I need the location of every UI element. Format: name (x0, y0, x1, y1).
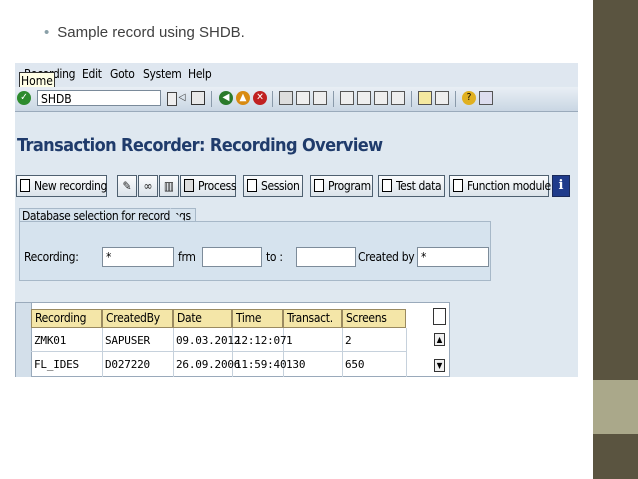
process-icon (184, 179, 194, 192)
column-header-time[interactable]: Time (232, 309, 283, 328)
to-label: to : (266, 250, 283, 264)
toolbar-separator (272, 91, 273, 107)
column-header-createdby[interactable]: CreatedBy (102, 309, 173, 328)
system-toolbar: ✓ SHDB ◁ ◀ ▲ ✕ ? (15, 87, 578, 112)
enter-icon[interactable]: ✓ (17, 91, 31, 105)
new-recording-button[interactable]: New recording (16, 175, 107, 197)
column-header-recording[interactable]: Recording (31, 309, 102, 328)
document-icon (314, 179, 324, 192)
recording-input[interactable]: * (102, 247, 174, 267)
exit-icon[interactable]: ▲ (236, 91, 250, 105)
menu-bar: Recording Edit Goto System Help Home (15, 63, 578, 90)
tab-slope (170, 208, 186, 222)
prev-page-icon[interactable] (357, 91, 371, 105)
table-settings-icon[interactable] (433, 308, 446, 325)
test-data-label: Test data (396, 179, 442, 193)
session-button[interactable]: Session (243, 175, 303, 197)
toolbar-separator (455, 91, 456, 107)
document-icon (20, 179, 30, 192)
first-page-icon[interactable] (340, 91, 354, 105)
column-divider (406, 328, 407, 377)
created-by-input[interactable]: * (417, 247, 489, 267)
test-data-button[interactable]: Test data (378, 175, 445, 197)
from-label: frm (178, 250, 196, 264)
cell-screens: 650 (345, 358, 365, 371)
recording-label: Recording: (24, 250, 79, 264)
menu-help[interactable]: Help (188, 67, 212, 81)
menu-edit[interactable]: Edit (82, 67, 102, 81)
scroll-down-icon[interactable]: ▼ (434, 359, 445, 372)
new-recording-label: New recording (34, 179, 107, 193)
slide-bullet-text: Sample record using SHDB. (57, 24, 245, 41)
menu-goto[interactable]: Goto (110, 67, 135, 81)
cell-recording: ZMK01 (34, 334, 67, 347)
toolbar-separator (333, 91, 334, 107)
cell-recording: FL_IDES (34, 358, 79, 371)
document-icon (247, 179, 257, 192)
print-icon[interactable] (279, 91, 293, 105)
selection-group: Recording: * frm to : Created by * (19, 221, 491, 281)
function-module-button[interactable]: Function module (449, 175, 551, 197)
cell-date: 09.03.2012 (176, 334, 241, 347)
cell-time: 12:12:07 (235, 334, 287, 347)
cell-createdby: D027220 (105, 358, 150, 371)
last-page-icon[interactable] (391, 91, 405, 105)
scroll-up-icon[interactable]: ▲ (434, 333, 445, 346)
find-icon[interactable] (296, 91, 310, 105)
to-input[interactable] (296, 247, 356, 267)
save-icon[interactable] (191, 91, 205, 105)
delete-button[interactable]: ▥ (159, 175, 179, 197)
trash-icon: ▥ (163, 179, 175, 193)
glasses-icon: ∞ (143, 179, 153, 193)
layout-icon[interactable] (479, 91, 493, 105)
application-toolbar: New recording ✎ ∞ ▥ Process Session Prog… (15, 172, 578, 200)
session-label: Session (261, 179, 300, 193)
shortcut-icon[interactable] (435, 91, 449, 105)
row-selector-column[interactable] (16, 303, 32, 377)
bullet-dot: • (44, 24, 50, 41)
decorative-block (593, 380, 638, 434)
pencil-icon: ✎ (122, 179, 132, 193)
back-icon[interactable]: ◀ (219, 91, 233, 105)
function-module-label: Function module (467, 179, 551, 193)
column-header-date[interactable]: Date (173, 309, 232, 328)
help-icon[interactable]: ? (462, 91, 476, 105)
program-label: Program (328, 179, 371, 193)
slide-bullet: • Sample record using SHDB. (44, 24, 245, 41)
sap-screenshot: Recording Edit Goto System Help Home ✓ S… (15, 63, 578, 377)
program-button[interactable]: Program (310, 175, 373, 197)
command-field[interactable]: SHDB (37, 90, 161, 106)
cancel-icon[interactable]: ✕ (253, 91, 267, 105)
next-page-icon[interactable] (374, 91, 388, 105)
toolbar-separator (411, 91, 412, 107)
triangle-left-icon[interactable]: ◁ (175, 91, 189, 105)
column-header-transaction[interactable]: Transact. (283, 309, 342, 328)
cell-date: 26.09.2006 (176, 358, 241, 371)
toolbar-separator (211, 91, 212, 107)
created-by-label: Created by (358, 250, 415, 264)
from-input[interactable] (202, 247, 262, 267)
process-label: Process (198, 179, 237, 193)
column-header-screens[interactable]: Screens (342, 309, 406, 328)
document-icon (453, 179, 463, 192)
cell-screens: 2 (345, 334, 352, 347)
row-divider (31, 351, 406, 352)
cell-createdby: SAPUSER (105, 334, 150, 347)
recordings-table: Recording CreatedBy Date Time Transact. … (15, 302, 450, 377)
document-icon (382, 179, 392, 192)
find-next-icon[interactable] (313, 91, 327, 105)
menu-system[interactable]: System (143, 67, 182, 81)
cell-transaction: 130 (286, 358, 306, 371)
display-glasses-button[interactable]: ∞ (138, 175, 158, 197)
screen-title: Transaction Recorder: Recording Overview (17, 135, 383, 156)
new-session-icon[interactable] (418, 91, 432, 105)
cell-transaction: 1 (286, 334, 293, 347)
cell-time: 11:59:40 (235, 358, 287, 371)
edit-pencil-button[interactable]: ✎ (117, 175, 137, 197)
process-button[interactable]: Process (180, 175, 237, 197)
info-button[interactable]: i (552, 175, 570, 197)
